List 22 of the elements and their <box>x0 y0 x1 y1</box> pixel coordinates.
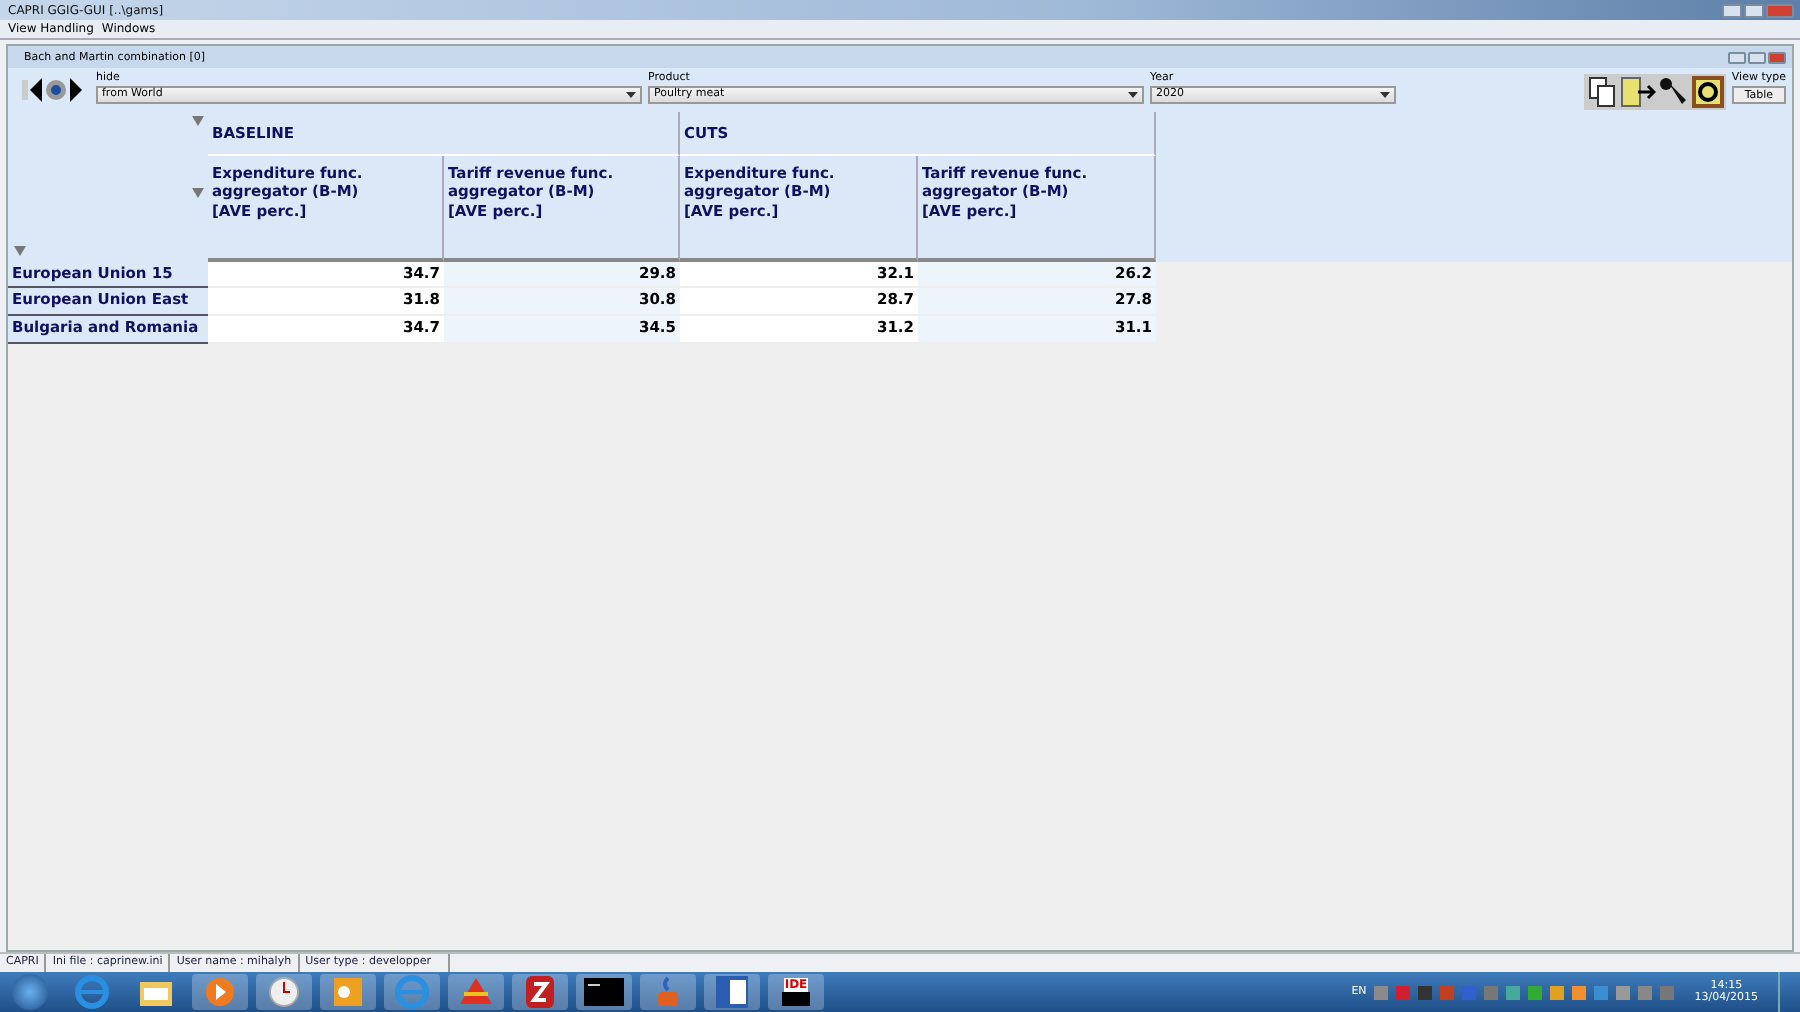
maximize-button[interactable] <box>1748 51 1766 63</box>
minimize-button[interactable] <box>1728 51 1746 63</box>
copy-icon[interactable] <box>1585 76 1618 108</box>
filter-icon[interactable] <box>192 116 204 126</box>
caret-icon <box>1380 92 1390 98</box>
grid-arrow-icon[interactable] <box>1619 76 1656 108</box>
caret-icon <box>626 92 636 98</box>
start-button[interactable] <box>12 974 48 1010</box>
taskbar-app[interactable] <box>704 974 760 1010</box>
close-button[interactable] <box>1766 3 1794 17</box>
taskbar-app[interactable] <box>256 974 312 1010</box>
taskbar-app[interactable] <box>576 974 632 1010</box>
coffee-cup-icon <box>652 974 684 1010</box>
taskbar-app[interactable] <box>320 974 376 1010</box>
caret-icon <box>1128 92 1138 98</box>
maximize-button[interactable] <box>1744 3 1764 17</box>
close-button[interactable] <box>1768 51 1786 63</box>
filter-icon[interactable] <box>14 246 26 256</box>
taskbar-app[interactable] <box>512 974 568 1010</box>
filter-icon[interactable] <box>192 188 204 198</box>
taskbar-app[interactable] <box>192 974 248 1010</box>
minimize-button[interactable] <box>1722 3 1742 17</box>
